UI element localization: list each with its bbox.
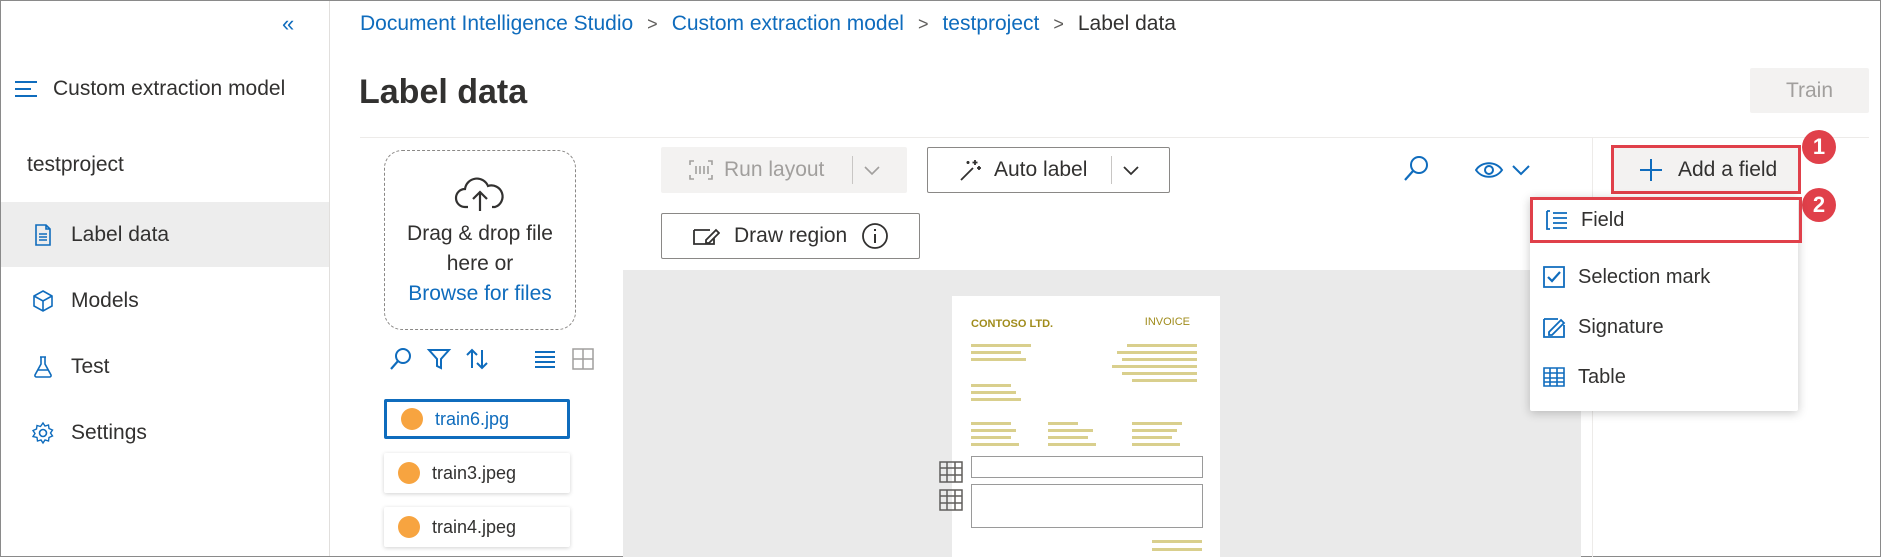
collapse-sidebar-button[interactable]: « — [282, 11, 294, 37]
sidebar-project-name: testproject — [27, 153, 124, 176]
file-item[interactable]: train4.jpeg — [384, 507, 570, 547]
step-badge-2: 2 — [1802, 188, 1836, 222]
chevron-down-icon[interactable] — [1122, 164, 1140, 176]
gear-icon — [31, 421, 54, 444]
menu-item-field[interactable]: Field — [1530, 197, 1802, 243]
run-layout-button[interactable]: Run layout — [661, 147, 907, 193]
invoice-table-header — [971, 456, 1203, 478]
train-button[interactable]: Train — [1750, 68, 1869, 113]
menu-item-label: Field — [1581, 208, 1625, 231]
sidebar-item-settings[interactable]: Settings — [1, 400, 329, 465]
file-status-dot — [401, 408, 423, 430]
invoice-company: CONTOSO LTD. — [971, 318, 1054, 330]
visibility-toggle-icon[interactable] — [1475, 158, 1533, 182]
file-name: train3.jpeg — [432, 462, 517, 483]
magic-wand-icon — [960, 160, 981, 181]
upload-instruction: here or — [446, 252, 514, 275]
menu-item-signature[interactable]: Signature — [1530, 302, 1798, 352]
grid-view-icon[interactable] — [570, 346, 596, 372]
cloud-upload-icon — [454, 177, 504, 211]
layout-scan-icon — [689, 160, 713, 180]
sidebar-model-label: Custom extraction model — [53, 77, 286, 100]
sidebar-item-models[interactable]: Models — [1, 268, 329, 333]
table-icon — [1543, 367, 1565, 387]
draw-region-icon — [693, 228, 720, 245]
list-icon — [1546, 210, 1567, 230]
file-item-selected[interactable]: train6.jpg — [384, 399, 570, 439]
file-status-dot — [398, 516, 420, 538]
filter-icon[interactable] — [426, 346, 452, 372]
sort-icon[interactable] — [464, 346, 490, 372]
auto-label-label: Auto label — [994, 158, 1088, 181]
info-icon[interactable] — [861, 222, 889, 250]
button-split — [852, 156, 854, 184]
sidebar-item-test[interactable]: Test — [1, 334, 329, 399]
browse-files-link[interactable]: Browse for files — [385, 279, 575, 309]
file-name: train4.jpeg — [432, 516, 517, 537]
upload-instruction: Drag & drop file — [407, 222, 553, 245]
file-item[interactable]: train3.jpeg — [384, 453, 570, 493]
sidebar-item-label: Models — [71, 288, 139, 312]
search-icon[interactable] — [388, 346, 414, 372]
search-icon[interactable] — [1401, 154, 1431, 184]
upload-dropzone[interactable]: Drag & drop file here or Browse for file… — [384, 150, 576, 330]
invoice-preview: CONTOSO LTD. INVOICE — [952, 296, 1220, 557]
invoice-table — [971, 484, 1203, 528]
menu-icon — [15, 81, 37, 97]
breadcrumb-studio-link[interactable]: Document Intelligence Studio — [360, 12, 633, 36]
button-split — [1111, 156, 1113, 184]
step-badge-1: 1 — [1802, 130, 1836, 164]
menu-item-label: Signature — [1578, 315, 1664, 338]
menu-item-selection-mark[interactable]: Selection mark — [1530, 252, 1798, 302]
chevron-right-icon: > — [1053, 13, 1064, 34]
sidebar-item-label: Settings — [71, 420, 147, 444]
menu-item-label: Selection mark — [1578, 265, 1711, 288]
run-layout-label: Run layout — [724, 158, 825, 181]
plus-icon — [1640, 158, 1662, 181]
breadcrumb-current: Label data — [1077, 12, 1176, 35]
file-name: train6.jpg — [435, 408, 510, 429]
add-field-label: Add a field — [1678, 157, 1778, 181]
chevron-right-icon: > — [647, 13, 658, 34]
breadcrumb-project-link[interactable]: testproject — [942, 12, 1039, 36]
sidebar-item-label: Test — [71, 354, 110, 378]
sidebar-item-label: Label data — [71, 222, 170, 246]
add-field-button[interactable]: Add a field — [1611, 145, 1801, 194]
add-field-dropdown-menu: Field Selection mark Signature Table — [1530, 197, 1802, 411]
checkbox-icon — [1543, 266, 1565, 288]
sidebar: « Custom extraction model testproject La… — [1, 1, 330, 556]
breadcrumb: Document Intelligence Studio > Custom ex… — [360, 12, 1176, 36]
menu-item-table[interactable]: Table — [1530, 352, 1798, 402]
list-view-icon[interactable] — [532, 346, 558, 372]
draw-region-button[interactable]: Draw region — [661, 213, 920, 259]
flask-icon — [34, 355, 52, 378]
auto-label-button[interactable]: Auto label — [927, 147, 1170, 193]
menu-item-label: Table — [1578, 365, 1626, 388]
file-status-dot — [398, 462, 420, 484]
sidebar-model-header[interactable]: Custom extraction model — [13, 77, 285, 101]
cube-icon — [33, 289, 53, 312]
page-title: Label data — [359, 73, 528, 111]
sidebar-item-label-data[interactable]: Label data — [1, 202, 329, 267]
signature-icon — [1543, 318, 1566, 338]
table-icon[interactable] — [938, 488, 964, 512]
table-icon[interactable] — [938, 460, 964, 484]
chevron-right-icon: > — [917, 13, 929, 34]
invoice-doc-title: INVOICE — [1144, 316, 1190, 328]
breadcrumb-custom-model-link[interactable]: Custom extraction model — [672, 12, 904, 36]
chevron-down-icon[interactable] — [863, 164, 881, 176]
file-list-toolbar — [388, 346, 596, 372]
draw-region-label: Draw region — [734, 224, 848, 247]
document-icon — [35, 223, 51, 246]
